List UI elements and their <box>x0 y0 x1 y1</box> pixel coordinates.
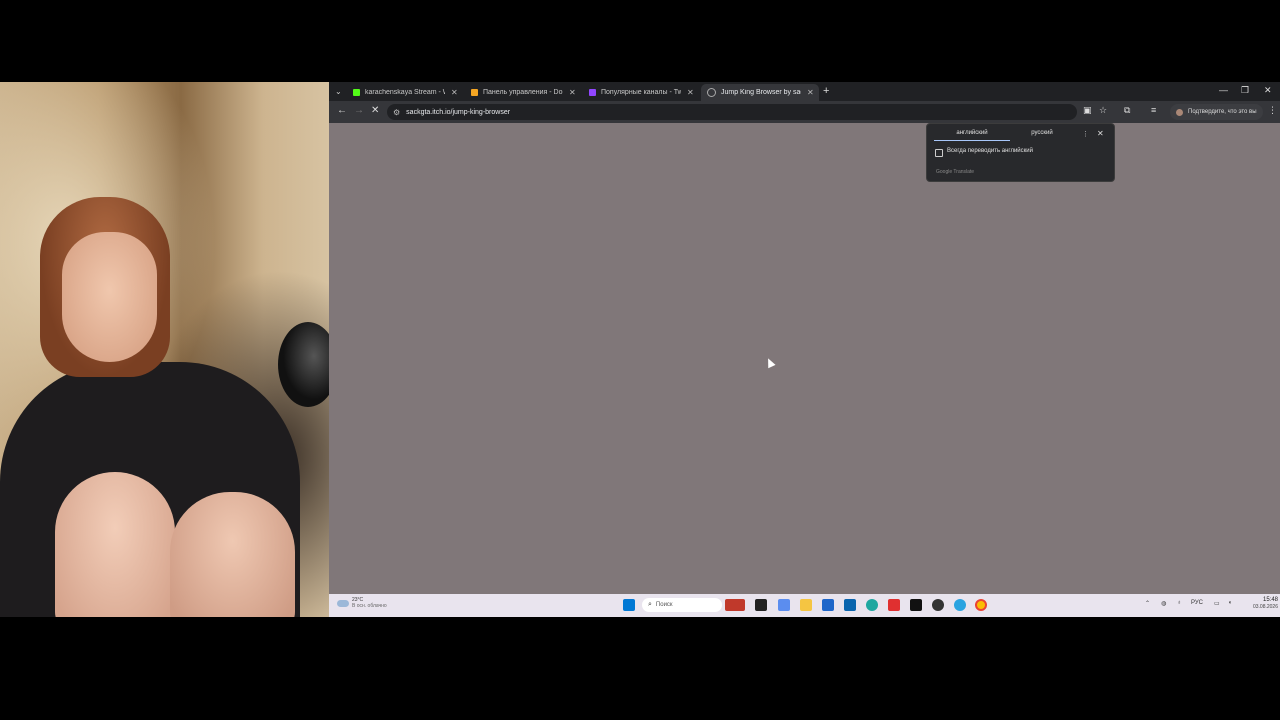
tab-source-language[interactable]: английский <box>934 130 1010 136</box>
close-icon[interactable]: ✕ <box>569 88 576 97</box>
kick-icon <box>353 89 360 96</box>
profile-button[interactable]: Подтвердите, что это вы <box>1170 104 1263 120</box>
webcam-feed <box>0 82 329 617</box>
wifi-icon[interactable]: ▭ <box>1214 600 1220 607</box>
new-tab-button[interactable]: + <box>823 85 829 97</box>
task-view-icon[interactable] <box>755 599 767 611</box>
always-translate-label: Всегда переводить английский <box>947 148 1033 154</box>
widgets-icon[interactable] <box>778 599 790 611</box>
close-icon[interactable]: ✕ <box>451 88 458 97</box>
clock[interactable]: 15:48 03.08.2026 <box>1242 597 1278 611</box>
taskbar-search[interactable]: ⌕ Поиск <box>642 598 722 612</box>
close-icon[interactable]: ✕ <box>687 88 694 97</box>
forward-button[interactable]: → <box>354 105 364 116</box>
google-translate-brand: Google Translate <box>936 169 975 175</box>
weather-widget[interactable]: 23°C В осн. облачно <box>337 597 387 609</box>
menu-icon[interactable]: ⋮ <box>1268 105 1277 116</box>
close-window-button[interactable]: ✕ <box>1264 85 1272 96</box>
h-app-icon[interactable] <box>910 599 922 611</box>
cloud-icon <box>337 599 349 607</box>
translate-popup: английский русский ⋮ ✕ Всегда переводить… <box>926 123 1115 182</box>
media-controls-icon[interactable]: ≡ <box>1151 105 1156 115</box>
search-icon: ⌕ <box>648 601 652 608</box>
always-translate-checkbox[interactable] <box>935 149 943 157</box>
close-icon[interactable]: ✕ <box>807 88 814 97</box>
toolbar: ← → ✕ ⚙ sackgta.itch.io/jump-king-browse… <box>329 101 1280 123</box>
loading-icon <box>707 88 716 97</box>
chrome-icon[interactable] <box>975 599 987 611</box>
language-indicator[interactable]: РУС <box>1191 600 1203 606</box>
more-options-icon[interactable]: ⋮ <box>1082 130 1089 138</box>
file-explorer-icon[interactable] <box>800 599 812 611</box>
extensions-icon[interactable]: ⧉ <box>1124 105 1130 116</box>
outlook-icon[interactable] <box>844 599 856 611</box>
bookmark-star-icon[interactable]: ☆ <box>1099 105 1107 116</box>
back-button[interactable]: ← <box>337 105 347 116</box>
edge-icon[interactable] <box>866 599 878 611</box>
site-info-icon[interactable]: ⚙ <box>393 108 400 117</box>
twitch-icon <box>589 89 596 96</box>
tab-search-icon[interactable]: ⌄ <box>335 87 342 96</box>
tab-twitch[interactable]: Популярные каналы - Twitch ✕ <box>583 84 701 101</box>
page-viewport[interactable] <box>329 123 1280 594</box>
network-app-icon[interactable]: ◍ <box>1161 600 1166 607</box>
app-icon[interactable] <box>888 599 900 611</box>
obs-icon[interactable] <box>932 599 944 611</box>
game-banner-icon[interactable] <box>725 599 745 611</box>
translate-icon[interactable]: ▣ <box>1083 105 1092 116</box>
donation-icon <box>471 89 478 96</box>
address-bar[interactable]: ⚙ sackgta.itch.io/jump-king-browser <box>387 104 1077 120</box>
url-text: sackgta.itch.io/jump-king-browser <box>406 108 511 116</box>
minimize-button[interactable]: — <box>1219 85 1228 95</box>
close-icon[interactable]: ✕ <box>1097 129 1104 138</box>
tab-target-language[interactable]: русский <box>1012 130 1072 136</box>
tab-jump-king[interactable]: Jump King Browser by sack ✕ <box>701 84 819 101</box>
stop-button[interactable]: ✕ <box>371 105 379 116</box>
microphone-icon[interactable]: ♁ <box>1177 600 1182 606</box>
taskbar: 23°C В осн. облачно ⌕ Поиск ⌃ ◍ ♁ РУС ▭ … <box>329 594 1280 617</box>
chevron-up-icon[interactable]: ⌃ <box>1145 600 1150 607</box>
store-icon[interactable] <box>822 599 834 611</box>
tab-kick[interactable]: karachenskaya Stream - Watch ✕ <box>347 84 465 101</box>
windows-start-icon[interactable] <box>623 599 635 611</box>
avatar <box>1176 108 1183 116</box>
tab-donation[interactable]: Панель управления - Donatio ✕ <box>465 84 583 101</box>
lamp <box>278 322 329 407</box>
volume-icon[interactable]: ◖ <box>1228 600 1232 606</box>
browser-window: ⌄ karachenskaya Stream - Watch ✕ Панель … <box>329 82 1280 594</box>
telegram-icon[interactable] <box>954 599 966 611</box>
streamer-face <box>62 232 157 362</box>
tab-bar: ⌄ karachenskaya Stream - Watch ✕ Панель … <box>329 82 1280 101</box>
restore-button[interactable]: ❐ <box>1241 85 1249 96</box>
